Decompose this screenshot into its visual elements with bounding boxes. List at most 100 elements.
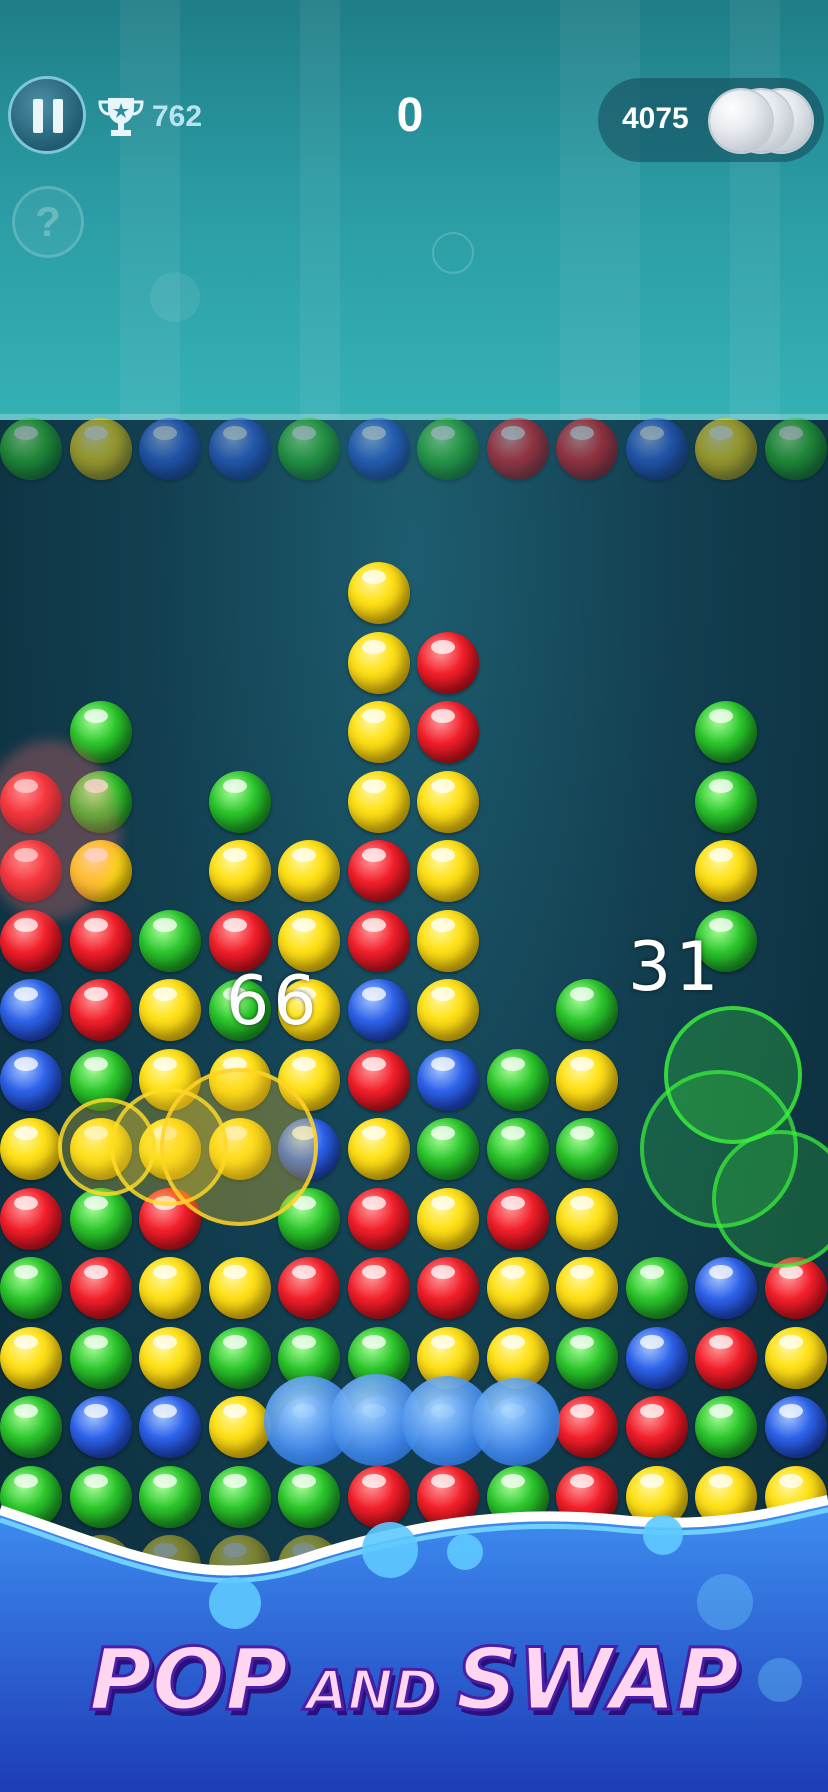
pearl-counter[interactable]: 4075 — [598, 78, 824, 162]
bubble-blue[interactable] — [417, 1048, 479, 1111]
bubble-blue[interactable] — [139, 1396, 201, 1458]
best-score: 762 — [152, 100, 203, 133]
bubble-green[interactable] — [486, 1118, 549, 1180]
bubble-yellow[interactable] — [139, 979, 201, 1041]
bubble-blue[interactable] — [0, 979, 62, 1041]
bubble-green[interactable] — [69, 1326, 132, 1389]
bubble-yellow[interactable] — [486, 1257, 549, 1319]
help-button[interactable]: ? — [12, 186, 84, 258]
preview-bubble-blue — [208, 418, 271, 480]
current-score: 0 — [396, 89, 424, 142]
bubble-yellow[interactable] — [417, 840, 479, 902]
game-screen: 762 0 4075 ? 66 31 POP AND SWAP — [0, 0, 828, 1792]
bubble-yellow[interactable] — [347, 562, 410, 624]
preview-bubble-red — [556, 418, 618, 480]
background-bubble — [432, 232, 474, 274]
bubble-yellow[interactable] — [417, 909, 479, 972]
bubble-yellow[interactable] — [556, 1187, 618, 1250]
bubble-yellow[interactable] — [0, 1118, 62, 1180]
bubble-yellow[interactable] — [417, 1187, 479, 1250]
bubble-blue[interactable] — [764, 1396, 827, 1458]
promo-word: POP — [87, 1629, 289, 1732]
preview-bubble-green — [764, 418, 827, 480]
bubble-red[interactable] — [417, 631, 479, 694]
bubble-blue[interactable] — [347, 979, 410, 1041]
bubble-blue[interactable] — [69, 1396, 132, 1458]
light-ray — [560, 0, 640, 420]
trophy-icon — [98, 98, 144, 136]
bubble-red[interactable] — [347, 1257, 410, 1319]
bubble-yellow[interactable] — [556, 1257, 618, 1319]
preview-bubble-yellow — [695, 418, 757, 480]
pearl-count: 4075 — [622, 102, 689, 135]
preview-rail — [0, 414, 828, 420]
bubble-red[interactable] — [417, 1257, 479, 1319]
points-popup: 66 — [226, 962, 321, 1041]
bubble-yellow[interactable] — [208, 840, 271, 902]
bubble-yellow[interactable] — [417, 770, 479, 833]
bubble-blue[interactable] — [625, 1326, 688, 1389]
bubble-red[interactable] — [347, 1187, 410, 1250]
preview-bubble-red — [486, 418, 549, 480]
bubble-red[interactable] — [347, 840, 410, 902]
bubble-yellow[interactable] — [278, 840, 340, 902]
bubble-green[interactable] — [695, 770, 757, 833]
preview-bubble-yellow — [69, 418, 132, 480]
bubble-red[interactable] — [417, 701, 479, 763]
bubble-yellow[interactable] — [417, 979, 479, 1041]
bubble-green[interactable] — [208, 770, 271, 833]
bubble-red[interactable] — [347, 909, 410, 972]
preview-bubble-blue — [347, 418, 410, 480]
bubble-red[interactable] — [69, 1257, 132, 1319]
bubble-blue[interactable] — [0, 1048, 62, 1111]
preview-bubble-blue — [139, 418, 201, 480]
bubble-yellow[interactable] — [347, 701, 410, 763]
bubble-green[interactable] — [556, 1326, 618, 1389]
bubble-green[interactable] — [139, 909, 201, 972]
background-bubble — [150, 272, 200, 322]
pause-button[interactable] — [8, 76, 86, 154]
bubble-yellow[interactable] — [139, 1257, 201, 1319]
bubble-yellow[interactable] — [347, 1118, 410, 1180]
bubble-red[interactable] — [278, 1257, 340, 1319]
bubble-green[interactable] — [556, 1118, 618, 1180]
bubble-red[interactable] — [695, 1326, 757, 1389]
bubble-red[interactable] — [486, 1187, 549, 1250]
bubble-red[interactable] — [69, 979, 132, 1041]
bubble-green[interactable] — [556, 979, 618, 1041]
bubble-red[interactable] — [69, 909, 132, 972]
preview-bubble-green — [0, 418, 62, 480]
promo-word: SWAP — [454, 1629, 740, 1732]
ocean-surface-background — [0, 0, 828, 420]
bubble-green[interactable] — [486, 1048, 549, 1111]
bubble-yellow[interactable] — [695, 840, 757, 902]
bubble-red[interactable] — [0, 1187, 62, 1250]
swap-bubble — [472, 1378, 560, 1466]
bubble-blue[interactable] — [695, 1257, 757, 1319]
pause-icon — [53, 99, 63, 133]
bubble-green[interactable] — [208, 1326, 271, 1389]
promo-word: AND — [305, 1658, 440, 1724]
bubble-green[interactable] — [695, 701, 757, 763]
bubble-yellow[interactable] — [556, 1048, 618, 1111]
light-ray — [730, 0, 780, 420]
light-ray — [120, 0, 180, 420]
bubble-yellow[interactable] — [208, 1257, 271, 1319]
bubble-green[interactable] — [0, 1257, 62, 1319]
bubble-yellow[interactable] — [764, 1326, 827, 1389]
bubble-yellow[interactable] — [0, 1326, 62, 1389]
bubble-red[interactable] — [556, 1396, 618, 1458]
bubble-yellow[interactable] — [347, 770, 410, 833]
bubble-red[interactable] — [625, 1396, 688, 1458]
bubble-yellow[interactable] — [139, 1326, 201, 1389]
bubble-yellow[interactable] — [208, 1396, 271, 1458]
pearl-icon — [710, 90, 772, 152]
bubble-red[interactable] — [347, 1048, 410, 1111]
preview-bubble-green — [417, 418, 479, 480]
bubble-green[interactable] — [417, 1118, 479, 1180]
bubble-green[interactable] — [695, 1396, 757, 1458]
bubble-green[interactable] — [625, 1257, 688, 1319]
bubble-green[interactable] — [69, 1187, 132, 1250]
bubble-green[interactable] — [0, 1396, 62, 1458]
bubble-yellow[interactable] — [347, 631, 410, 694]
